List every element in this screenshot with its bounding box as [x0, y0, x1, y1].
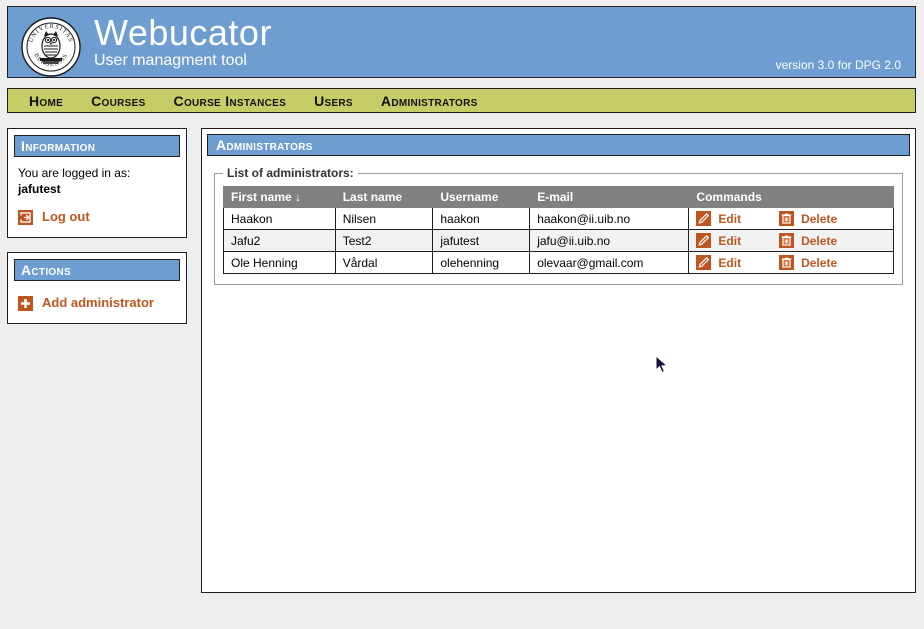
delete-button[interactable]: Delete — [779, 233, 837, 248]
add-administrator-link[interactable]: Add administrator — [18, 295, 176, 311]
nav-item-users[interactable]: Users — [300, 93, 367, 109]
app-subtitle: User managment tool — [94, 52, 247, 69]
trash-icon — [779, 233, 795, 248]
logout-label: Log out — [42, 209, 90, 224]
nav-item-course-instances[interactable]: Course Instances — [160, 93, 301, 109]
column-header-email[interactable]: E-mail — [529, 186, 690, 208]
cell-username: haakon — [432, 207, 531, 230]
column-header-commands: Commands — [688, 186, 894, 208]
edit-button[interactable]: Edit — [696, 255, 741, 270]
information-panel-body: You are logged in as: jafutest Log out — [14, 157, 180, 227]
cell-commands: Edit Delete — [688, 207, 894, 230]
trash-icon — [779, 211, 795, 226]
cell-email: jafu@ii.uib.no — [529, 229, 690, 252]
sort-arrow-icon: ↓ — [295, 190, 302, 204]
cell-username: jafutest — [432, 229, 531, 252]
nav-item-administrators[interactable]: Administrators — [367, 93, 492, 109]
pencil-icon — [696, 233, 712, 248]
main-content-panel: Administrators List of administrators: F… — [201, 128, 916, 593]
edit-label: Edit — [718, 255, 742, 270]
university-logo: UNIVERSITAS BERGENSIS — [20, 16, 82, 77]
edit-button[interactable]: Edit — [696, 211, 741, 226]
table-body: Haakon Nilsen haakon haakon@ii.uib.no Ed… — [223, 207, 894, 274]
pencil-icon — [696, 211, 712, 226]
table-row: Ole Henning Vårdal olehenning olevaar@gm… — [223, 251, 894, 274]
delete-label: Delete — [801, 211, 838, 226]
edit-label: Edit — [718, 211, 742, 226]
app-title: Webucator — [94, 12, 272, 53]
delete-button[interactable]: Delete — [779, 211, 837, 226]
trash-icon — [779, 255, 795, 270]
logout-link[interactable]: Log out — [18, 209, 176, 225]
edit-label: Edit — [718, 233, 742, 248]
information-panel-title: Information — [14, 135, 180, 157]
cell-commands: Edit Delete — [688, 251, 894, 274]
table-header: First name ↓ Last name Username E-mail C… — [223, 186, 894, 208]
title-block: Webucator User managment tool — [94, 13, 272, 71]
cell-first-name: Jafu2 — [223, 229, 336, 252]
cell-last-name: Test2 — [334, 229, 434, 252]
sidebar: Information You are logged in as: jafute… — [7, 128, 187, 338]
delete-label: Delete — [801, 233, 838, 248]
column-header-last-name[interactable]: Last name — [334, 186, 434, 208]
cell-email: olevaar@gmail.com — [529, 251, 690, 274]
administrators-list-fieldset: List of administrators: First name ↓ Las… — [214, 166, 903, 285]
table-row: Haakon Nilsen haakon haakon@ii.uib.no Ed… — [223, 207, 894, 230]
logout-icon — [18, 209, 33, 225]
edit-button[interactable]: Edit — [696, 233, 741, 248]
table-header-row: First name ↓ Last name Username E-mail C… — [223, 186, 894, 208]
pencil-icon — [696, 255, 712, 270]
cell-first-name: Ole Henning — [223, 251, 336, 274]
cell-email: haakon@ii.uib.no — [529, 207, 690, 230]
main-navigation: Home Courses Course Instances Users Admi… — [7, 88, 916, 113]
administrators-table: First name ↓ Last name Username E-mail C… — [223, 186, 894, 274]
version-label: version 3.0 for DPG 2.0 — [775, 58, 901, 72]
information-panel: Information You are logged in as: jafute… — [7, 128, 187, 238]
nav-item-courses[interactable]: Courses — [77, 93, 159, 109]
nav-item-home[interactable]: Home — [15, 93, 77, 109]
actions-panel: Actions Add administrator — [7, 252, 187, 324]
content-panel-title: Administrators — [207, 134, 910, 156]
column-label-first-name: First name — [231, 190, 292, 204]
cell-commands: Edit Delete — [688, 229, 894, 252]
delete-button[interactable]: Delete — [779, 255, 837, 270]
logged-in-username: jafutest — [18, 182, 61, 196]
actions-panel-title: Actions — [14, 259, 180, 281]
administrators-list-legend: List of administrators: — [227, 166, 354, 180]
cell-last-name: Vårdal — [334, 251, 434, 274]
delete-label: Delete — [801, 255, 838, 270]
table-row: Jafu2 Test2 jafutest jafu@ii.uib.no Edit… — [223, 229, 894, 252]
add-administrator-label: Add administrator — [42, 295, 154, 310]
column-header-first-name[interactable]: First name ↓ — [223, 186, 336, 208]
page-header: UNIVERSITAS BERGENSIS Webucator User man… — [7, 6, 916, 78]
cell-first-name: Haakon — [223, 207, 336, 230]
actions-panel-body: Add administrator — [14, 281, 180, 313]
plus-icon — [18, 295, 33, 311]
logged-in-text: You are logged in as: — [18, 166, 131, 180]
cell-username: olehenning — [432, 251, 531, 274]
column-header-username[interactable]: Username — [432, 186, 531, 208]
cell-last-name: Nilsen — [334, 207, 434, 230]
